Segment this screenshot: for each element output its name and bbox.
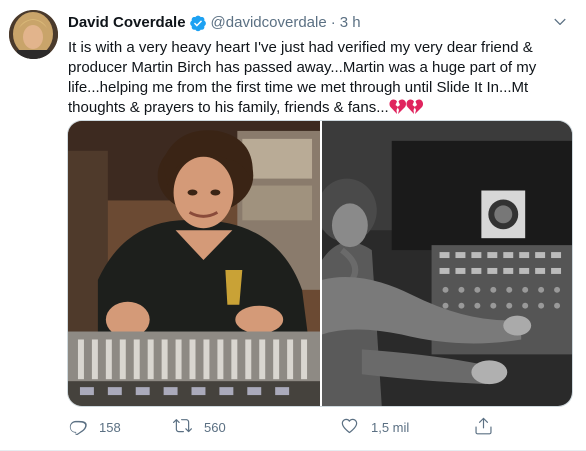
share-icon <box>474 416 493 438</box>
avatar[interactable] <box>9 10 58 59</box>
tweet-header: David Coverdale @davidcoverdale · 3 h <box>68 12 361 34</box>
retweet-count: 560 <box>204 419 226 435</box>
photo-studio-color[interactable] <box>68 121 320 406</box>
like-count: 1,5 mil <box>371 419 410 435</box>
tweet-body: It is with a very heavy heart I've just … <box>68 39 537 116</box>
reply-button[interactable]: 158 <box>68 416 121 438</box>
verified-badge-icon <box>189 14 207 32</box>
chevron-down-icon[interactable] <box>550 12 570 32</box>
like-button[interactable]: 1,5 mil <box>340 416 409 438</box>
tweet-media <box>67 120 573 407</box>
retweet-icon <box>173 416 192 438</box>
author-handle[interactable]: @davidcoverdale <box>211 13 327 33</box>
heart-icon <box>340 416 359 438</box>
reply-count: 158 <box>99 419 121 435</box>
retweet-button[interactable]: 560 <box>173 416 226 438</box>
author-name[interactable]: David Coverdale <box>68 13 186 33</box>
share-button[interactable] <box>474 416 493 438</box>
broken-heart-emoji <box>389 98 423 121</box>
tweet-timestamp[interactable]: 3 h <box>340 13 361 33</box>
tweet-actions: 158 560 1,5 mil <box>68 414 498 440</box>
separator-dot: · <box>330 14 336 31</box>
reply-icon <box>68 416 87 438</box>
tweet[interactable]: David Coverdale @davidcoverdale · 3 h It… <box>0 0 586 451</box>
photo-studio-bw[interactable] <box>322 121 572 406</box>
tweet-text: It is with a very heavy heart I've just … <box>68 38 568 121</box>
